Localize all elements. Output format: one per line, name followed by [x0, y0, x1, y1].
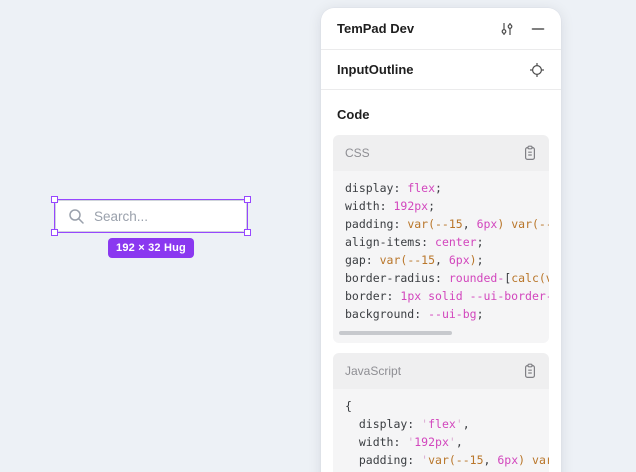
selected-node-row: InputOutline [321, 50, 561, 90]
code-line: width: '192px', [333, 433, 549, 451]
selected-node-name: InputOutline [337, 62, 414, 77]
code-section: Code CSS display: flex;width: [321, 90, 561, 472]
css-code-block: CSS display: flex;width: 192px;padding: … [333, 135, 549, 343]
horizontal-scrollbar[interactable] [339, 331, 452, 335]
search-input[interactable]: Search... [55, 200, 247, 232]
copy-css-button[interactable] [523, 145, 537, 161]
locate-node-button[interactable] [529, 62, 545, 78]
code-section-heading: Code [337, 107, 545, 122]
code-line: { [333, 397, 549, 415]
code-line: background: --ui-bg; [333, 305, 549, 323]
javascript-block-header: JavaScript [333, 353, 549, 389]
javascript-code-block: JavaScript { display: 'flex', width: '19… [333, 353, 549, 472]
code-line: gap: var(--15, 6px); [333, 251, 549, 269]
javascript-block-label: JavaScript [345, 364, 401, 378]
code-lines: { display: 'flex', width: '192px', paddi… [333, 397, 549, 472]
sliders-icon [499, 21, 515, 37]
selection-dimensions-badge: 192 × 32 Hug [108, 238, 194, 258]
target-icon [529, 62, 545, 78]
copy-javascript-button[interactable] [523, 363, 537, 379]
code-line: width: 192px; [333, 197, 549, 215]
css-block-label: CSS [345, 146, 370, 160]
preferences-button[interactable] [499, 21, 515, 37]
selection-handle-bottom-left[interactable] [51, 229, 58, 236]
selection-handle-top-left[interactable] [51, 196, 58, 203]
code-line: padding: 'var(--15, 6px) var [333, 451, 549, 469]
code-line: border: 1px solid --ui-border- [333, 287, 549, 305]
selection-handle-top-right[interactable] [244, 196, 251, 203]
figma-canvas: Search... 192 × 32 Hug TemPad Dev [0, 0, 636, 472]
search-icon [68, 208, 85, 225]
css-block-header: CSS [333, 135, 549, 171]
minimize-icon [531, 22, 545, 36]
css-code-body[interactable]: display: flex;width: 192px;padding: var(… [333, 171, 549, 343]
minimize-button[interactable] [531, 22, 545, 36]
code-line: display: 'flex', [333, 415, 549, 433]
code-line: display: flex; [333, 179, 549, 197]
tempad-dev-panel: TemPad Dev InputOutline [321, 8, 561, 472]
search-placeholder: Search... [94, 209, 148, 224]
panel-header: TemPad Dev [321, 8, 561, 50]
code-line: border-radius: rounded-[calc(v [333, 269, 549, 287]
selection-handle-bottom-right[interactable] [244, 229, 251, 236]
code-lines: display: flex;width: 192px;padding: var(… [333, 179, 549, 323]
code-line: align-items: center; [333, 233, 549, 251]
panel-title: TemPad Dev [337, 21, 414, 36]
clipboard-copy-icon [523, 145, 537, 161]
javascript-code-body[interactable]: { display: 'flex', width: '192px', paddi… [333, 389, 549, 472]
code-line: padding: var(--15, 6px) var(-- [333, 215, 549, 233]
clipboard-copy-icon [523, 363, 537, 379]
